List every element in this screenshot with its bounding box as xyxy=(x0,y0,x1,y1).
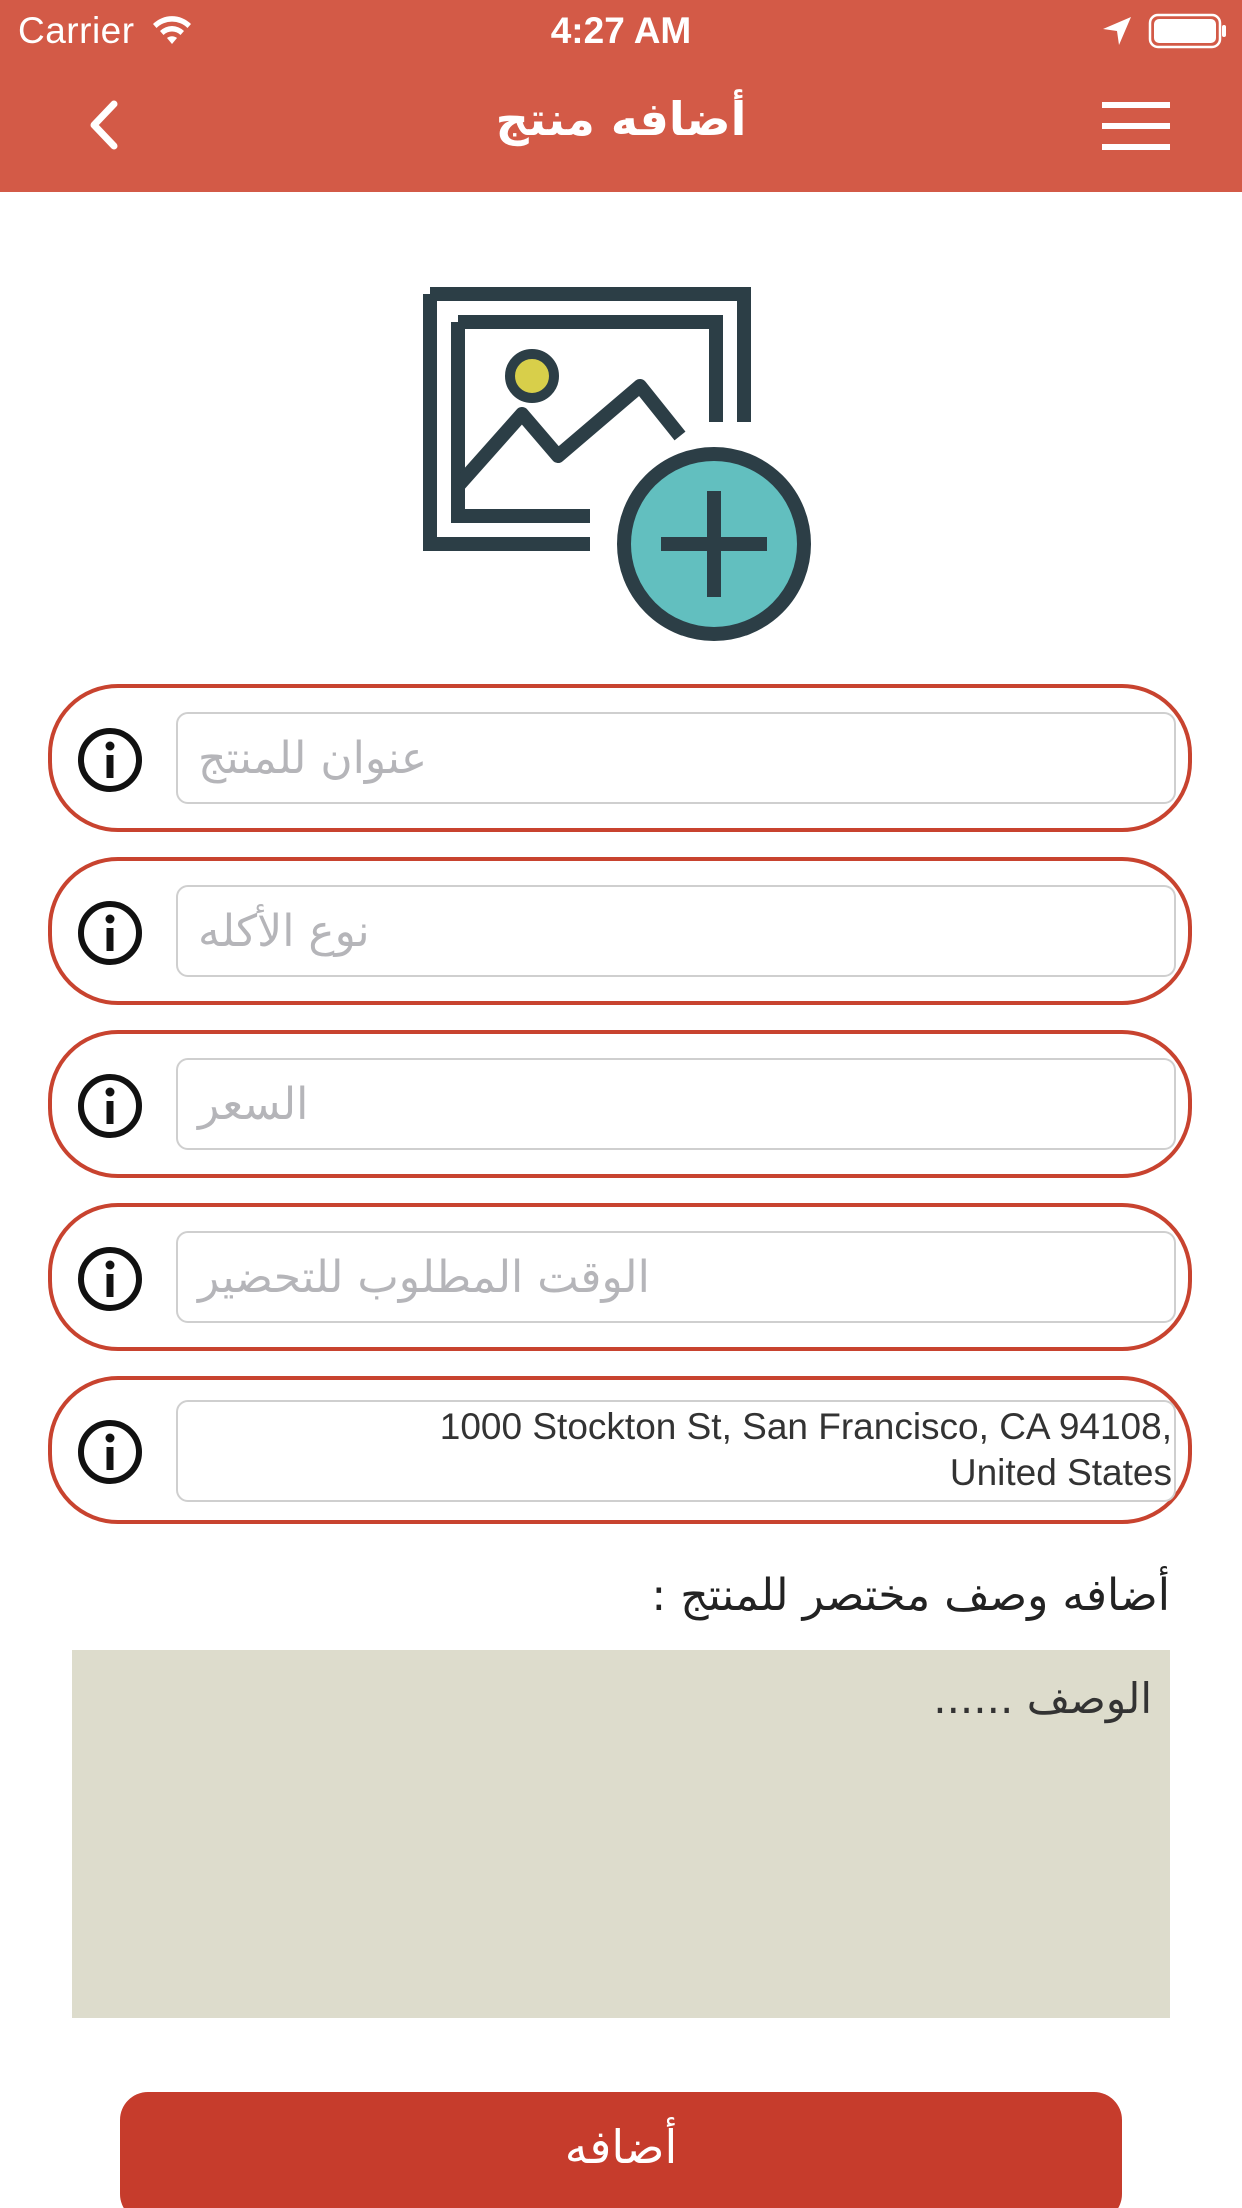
battery-icon xyxy=(1148,13,1226,49)
product-title-input[interactable]: عنوان للمنتج xyxy=(176,712,1176,804)
address-input[interactable]: 1000 Stockton St, San Francisco, CA 9410… xyxy=(176,1400,1176,1502)
address-line-1: 1000 Stockton St, San Francisco, CA 9410… xyxy=(439,1406,1172,1447)
description-label: أضافه وصف مختصر للمنتج : xyxy=(651,1570,1170,1621)
hamburger-menu-icon[interactable] xyxy=(1100,100,1172,152)
info-icon[interactable] xyxy=(76,899,144,967)
info-icon[interactable] xyxy=(76,1072,144,1140)
address-line-2: United States xyxy=(949,1452,1172,1493)
info-icon[interactable] xyxy=(76,1418,144,1486)
prep-time-input[interactable]: الوقت المطلوب للتحضير xyxy=(176,1231,1176,1323)
food-type-input[interactable]: نوع الأكله xyxy=(176,885,1176,977)
info-icon[interactable] xyxy=(76,726,144,794)
add-product-button[interactable]: أضافه xyxy=(120,2092,1122,2208)
prep-time-row: الوقت المطلوب للتحضير xyxy=(48,1203,1192,1351)
add-image-icon[interactable] xyxy=(422,286,818,646)
location-arrow-icon xyxy=(1103,17,1131,45)
page-title: أضافه منتج xyxy=(495,92,747,146)
description-textarea[interactable]: الوصف ...... xyxy=(72,1650,1170,2018)
food-type-row: نوع الأكله xyxy=(48,857,1192,1005)
status-time: 4:27 AM xyxy=(550,10,692,51)
price-row: السعر xyxy=(48,1030,1192,1178)
address-row: 1000 Stockton St, San Francisco, CA 9410… xyxy=(48,1376,1192,1524)
app-header: Carrier 4:27 AM أضافه منتج xyxy=(0,0,1242,192)
info-icon[interactable] xyxy=(76,1245,144,1313)
product-title-row: عنوان للمنتج xyxy=(48,684,1192,832)
price-input[interactable]: السعر xyxy=(176,1058,1176,1150)
